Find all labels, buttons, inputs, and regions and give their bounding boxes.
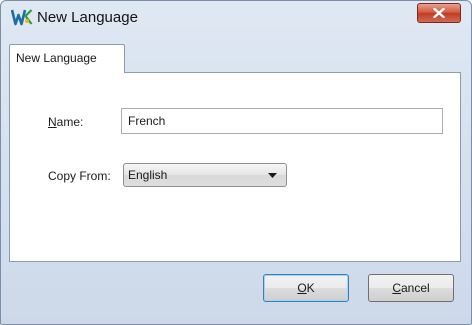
window-title: New Language (37, 9, 138, 26)
tab-strip: New Language (9, 44, 463, 73)
title-bar[interactable]: New Language (1, 1, 471, 33)
ok-button[interactable]: OK (263, 274, 349, 302)
cancel-mnemonic: C (392, 281, 401, 295)
close-icon (433, 8, 445, 18)
chevron-down-icon (268, 173, 277, 178)
close-button[interactable] (417, 3, 461, 23)
ok-mnemonic: O (297, 281, 307, 295)
ok-label: K (306, 281, 315, 295)
name-label-mnemonic: N (48, 115, 57, 129)
dialog-window: New Language New Language Name: Copy Fro… (0, 0, 472, 325)
tab-label: New Language (16, 51, 97, 65)
copy-from-value: English (128, 168, 168, 182)
app-w-icon (10, 8, 33, 26)
name-label-text: ame: (56, 115, 84, 129)
cancel-button[interactable]: Cancel (368, 274, 454, 302)
name-input[interactable] (121, 108, 443, 134)
copy-from-dropdown[interactable]: English (123, 163, 287, 187)
cancel-label: ancel (400, 281, 430, 295)
copy-from-label: Copy From: (48, 169, 111, 183)
tab-new-language[interactable]: New Language (9, 44, 125, 73)
name-label: Name: (48, 115, 83, 129)
